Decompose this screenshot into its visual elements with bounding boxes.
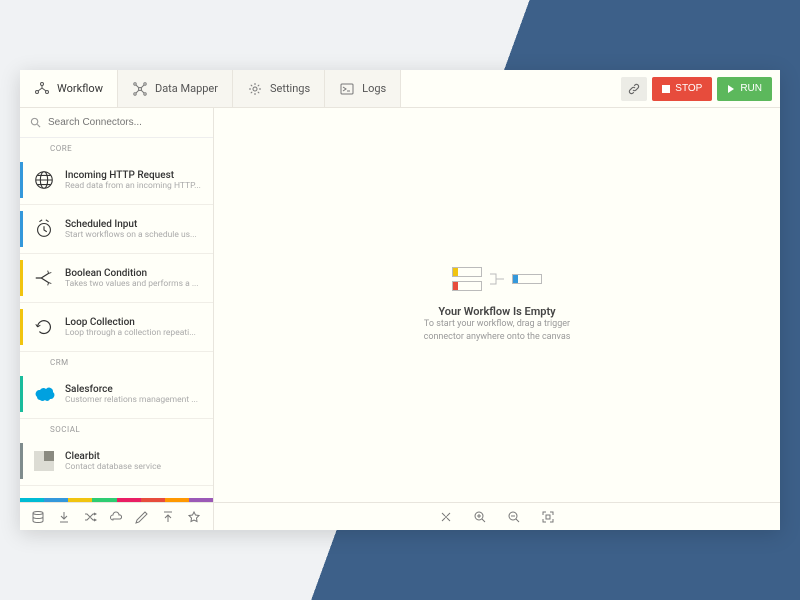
connector-desc: Loop through a collection repeati... (65, 328, 203, 338)
header: Workflow Data Mapper (20, 70, 780, 108)
salesforce-icon (31, 381, 57, 407)
canvas-main: Your Workflow Is Empty To start your wor… (214, 108, 780, 502)
clock-icon (31, 216, 57, 242)
empty-illustration (452, 267, 542, 291)
sidebar: CORE Incoming HTTP Request Read data fro… (20, 108, 214, 530)
tab-bar: Workflow Data Mapper (20, 70, 621, 107)
sidebar-footer (20, 502, 213, 530)
connector-loop-collection[interactable]: Loop Collection Loop through a collectio… (20, 303, 213, 352)
connector-title: Incoming HTTP Request (65, 170, 203, 181)
canvas[interactable]: Your Workflow Is Empty To start your wor… (214, 108, 780, 530)
connector-scheduled-input[interactable]: Scheduled Input Start workflows on a sch… (20, 205, 213, 254)
connector-title: Clearbit (65, 451, 203, 462)
fit-screen-icon[interactable] (536, 506, 560, 528)
accent-bar (20, 211, 23, 247)
clearbit-icon (31, 448, 57, 474)
connector-clearbit[interactable]: Clearbit Contact database service (20, 437, 213, 486)
tab-label: Logs (362, 82, 386, 95)
share-link-button[interactable] (621, 77, 647, 101)
stop-label: STOP (675, 83, 702, 94)
zoom-out-icon[interactable] (502, 506, 526, 528)
workflow-icon (34, 81, 50, 97)
connector-text: Incoming HTTP Request Read data from an … (65, 170, 203, 191)
edit-icon[interactable] (130, 506, 154, 528)
accent-bar (20, 443, 23, 479)
accent-bar (20, 376, 23, 412)
body: CORE Incoming HTTP Request Read data fro… (20, 108, 780, 530)
storage-icon[interactable] (26, 506, 50, 528)
empty-desc: To start your workflow, drag a trigger c… (424, 318, 571, 343)
connector-desc: Contact database service (65, 462, 203, 472)
tab-label: Workflow (57, 82, 103, 95)
search-icon (30, 117, 41, 128)
cloud-icon[interactable] (104, 506, 128, 528)
connector-text: Salesforce Customer relations management… (65, 384, 203, 405)
connector-title: Boolean Condition (65, 268, 203, 279)
connector-list: CORE Incoming HTTP Request Read data fro… (20, 138, 213, 498)
connector-title: Scheduled Input (65, 219, 203, 230)
canvas-toolbar (214, 502, 780, 530)
connector-text: Loop Collection Loop through a collectio… (65, 317, 203, 338)
zoom-in-icon[interactable] (468, 506, 492, 528)
search-bar (20, 108, 213, 138)
star-icon[interactable] (182, 506, 206, 528)
tab-data-mapper[interactable]: Data Mapper (118, 70, 233, 107)
branch-icon (31, 265, 57, 291)
tab-workflow[interactable]: Workflow (20, 70, 118, 107)
section-label-social: SOCIAL (20, 419, 213, 437)
connector-text: Scheduled Input Start workflows on a sch… (65, 219, 203, 240)
stop-button[interactable]: STOP (652, 77, 712, 101)
connector-desc: Read data from an incoming HTTP... (65, 181, 203, 191)
header-actions: STOP RUN (621, 77, 780, 101)
play-icon (727, 85, 735, 93)
download-icon[interactable] (52, 506, 76, 528)
globe-icon (31, 167, 57, 193)
accent-bar (20, 260, 23, 296)
connector-desc: Start workflows on a schedule us... (65, 230, 203, 240)
connector-boolean-condition[interactable]: Boolean Condition Takes two values and p… (20, 254, 213, 303)
connector-title: Salesforce (65, 384, 203, 395)
connector-text: Boolean Condition Takes two values and p… (65, 268, 203, 289)
accent-bar (20, 309, 23, 345)
section-label-core: CORE (20, 138, 213, 156)
link-icon (628, 83, 640, 95)
shuffle-icon[interactable] (78, 506, 102, 528)
loop-icon (31, 314, 57, 340)
tab-logs[interactable]: Logs (325, 70, 401, 107)
section-label-crm: CRM (20, 352, 213, 370)
logs-icon (339, 81, 355, 97)
stop-icon (662, 85, 670, 93)
empty-title: Your Workflow Is Empty (424, 305, 571, 318)
connector-text: Clearbit Contact database service (65, 451, 203, 472)
run-label: RUN (740, 83, 762, 94)
data-mapper-icon (132, 81, 148, 97)
connector-desc: Customer relations management ... (65, 395, 203, 405)
connector-desc: Takes two values and performs a ... (65, 279, 203, 289)
gear-icon (247, 81, 263, 97)
run-button[interactable]: RUN (717, 77, 772, 101)
accent-bar (20, 162, 23, 198)
connector-title: Loop Collection (65, 317, 203, 328)
app-window: Workflow Data Mapper (20, 70, 780, 530)
upload-icon[interactable] (156, 506, 180, 528)
tab-label: Settings (270, 82, 310, 95)
search-input[interactable] (48, 117, 203, 128)
tab-settings[interactable]: Settings (233, 70, 325, 107)
auto-layout-icon[interactable] (434, 506, 458, 528)
tab-label: Data Mapper (155, 82, 218, 95)
connector-http-request[interactable]: Incoming HTTP Request Read data from an … (20, 156, 213, 205)
connector-salesforce[interactable]: Salesforce Customer relations management… (20, 370, 213, 419)
